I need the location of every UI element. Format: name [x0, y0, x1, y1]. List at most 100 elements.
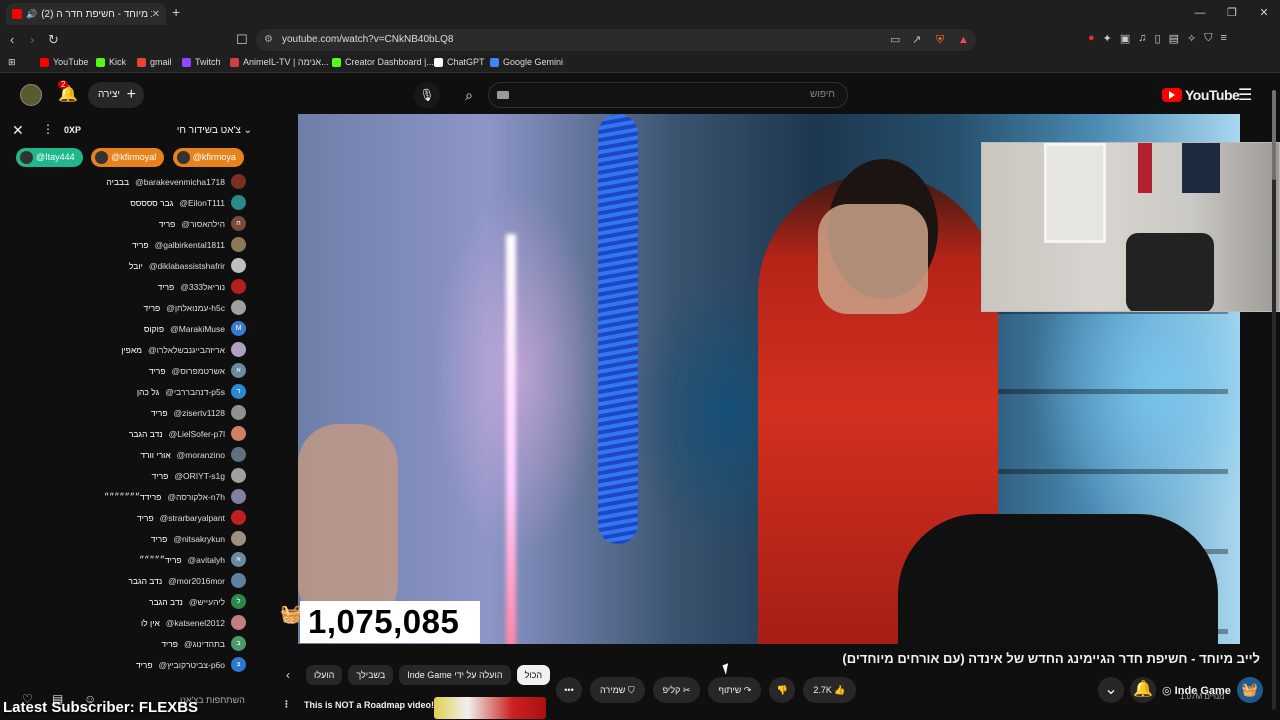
- chevron-left-icon[interactable]: ‹: [286, 668, 300, 682]
- like-button[interactable]: 2.7K 👍: [803, 677, 856, 703]
- save-button[interactable]: שמירה ⛉: [590, 677, 645, 703]
- related-video-thumbnail[interactable]: [434, 697, 546, 719]
- chat-avatar[interactable]: [231, 258, 246, 273]
- chat-author[interactable]: @אלקורסה-n7h: [167, 492, 225, 502]
- chat-avatar[interactable]: [231, 489, 246, 504]
- wallet-icon[interactable]: ▤: [1169, 32, 1179, 45]
- chat-author[interactable]: @דנהבררבי-p5s: [165, 387, 225, 397]
- chat-avatar[interactable]: ד: [231, 384, 246, 399]
- filter-chip[interactable]: בשבילך: [348, 665, 394, 685]
- chat-author[interactable]: @mor2016mor: [168, 576, 225, 586]
- screenshot-icon[interactable]: ▣: [1120, 32, 1130, 45]
- chat-author[interactable]: @diklabassistshafrir: [149, 261, 225, 271]
- new-tab-button[interactable]: +: [172, 4, 180, 20]
- menu-icon[interactable]: ≡: [1220, 32, 1226, 45]
- channel-avatar[interactable]: 🧺: [1236, 677, 1263, 703]
- chat-avatar[interactable]: [231, 468, 246, 483]
- vpn-icon[interactable]: ⛉: [1204, 32, 1212, 45]
- filter-chip-all[interactable]: הכול: [516, 665, 551, 685]
- chat-author[interactable]: @ליהעייש: [189, 597, 225, 607]
- more-options-icon[interactable]: ⋮: [282, 699, 291, 710]
- chat-author[interactable]: @EilonT111: [179, 198, 225, 208]
- leo-icon[interactable]: ✧: [1187, 32, 1196, 45]
- bookmark-youtube[interactable]: YouTube: [40, 57, 88, 67]
- bookmark-gemini[interactable]: Google Gemini: [490, 57, 563, 67]
- guide-menu-icon[interactable]: ☰: [1238, 85, 1252, 105]
- chat-author[interactable]: @MarakiMuse: [170, 324, 225, 334]
- chat-author[interactable]: @galbirkental1811: [155, 240, 225, 250]
- chat-avatar[interactable]: M: [231, 321, 246, 336]
- share-button[interactable]: שיתוף ↷: [708, 677, 762, 703]
- bookmark-gmail[interactable]: gmail: [137, 57, 172, 67]
- notification-bell-button[interactable]: 🔔: [1130, 677, 1156, 703]
- close-chat-icon[interactable]: ✕: [12, 122, 24, 139]
- back-button[interactable]: ‹: [10, 32, 14, 47]
- music-icon[interactable]: ♫: [1138, 32, 1146, 45]
- chat-avatar[interactable]: ב: [231, 636, 246, 651]
- chat-avatar[interactable]: ל: [231, 594, 246, 609]
- account-avatar[interactable]: [20, 84, 42, 106]
- chat-avatar[interactable]: [231, 531, 246, 546]
- chat-author[interactable]: @צביטרקוביץ-p6o: [159, 660, 225, 670]
- chat-author[interactable]: @zisertv1128: [174, 408, 225, 418]
- chat-avatar[interactable]: [231, 447, 246, 462]
- chat-avatar[interactable]: [231, 237, 246, 252]
- chat-title-dropdown[interactable]: צ'אט בשידור חי ⌄: [177, 125, 252, 136]
- bookmark-creator-dashboard[interactable]: Creator Dashboard |...: [332, 57, 434, 67]
- browser-tab[interactable]: 🔊 (2) לייב מיוחד - חשיפת חדר ה ✕: [6, 3, 166, 25]
- sidebar-icon[interactable]: ▯: [1155, 32, 1161, 45]
- bookmark-kick[interactable]: Kick: [96, 57, 126, 67]
- chat-avatar[interactable]: [231, 510, 246, 525]
- keyboard-icon[interactable]: [497, 91, 509, 99]
- chat-avatar[interactable]: [231, 573, 246, 588]
- chat-author[interactable]: @moranzino: [177, 450, 225, 460]
- filter-chip[interactable]: הועלו: [306, 665, 343, 685]
- cast-icon[interactable]: ▭: [890, 29, 900, 51]
- chat-author[interactable]: @LielSofer-p7l: [169, 429, 225, 439]
- reload-button[interactable]: ↻: [48, 32, 59, 48]
- search-input[interactable]: חיפוש: [488, 82, 848, 108]
- subscribe-dropdown-button[interactable]: ⌄: [1098, 677, 1124, 703]
- clip-button[interactable]: קליפ ✂: [652, 677, 701, 703]
- page-scrollbar[interactable]: [1272, 90, 1276, 710]
- close-tab-icon[interactable]: ✕: [152, 9, 160, 20]
- site-settings-icon[interactable]: ⚙: [264, 29, 273, 51]
- chat-author[interactable]: @בתהדינוג: [184, 639, 225, 649]
- pinned-member-pill[interactable]: @kfirmoya: [172, 148, 244, 167]
- chat-avatar[interactable]: [231, 405, 246, 420]
- create-button[interactable]: יצירה +: [88, 82, 144, 108]
- search-button[interactable]: ⌕: [456, 82, 482, 108]
- brave-rewards-icon[interactable]: ▲: [958, 29, 969, 51]
- more-actions-button[interactable]: •••: [556, 677, 582, 703]
- speaker-icon[interactable]: 🔊: [26, 9, 37, 20]
- close-window-button[interactable]: ✕: [1248, 0, 1280, 27]
- apps-grid-icon[interactable]: ⊞: [8, 57, 16, 68]
- brave-shield-icon[interactable]: ⛨: [936, 29, 944, 51]
- share-page-icon[interactable]: ↗: [912, 29, 921, 51]
- extension-icon[interactable]: ●: [1088, 32, 1095, 45]
- chat-author[interactable]: @הילהאסור: [181, 219, 225, 229]
- youtube-logo[interactable]: YouTube: [1162, 87, 1240, 103]
- chat-author[interactable]: @ORIYT-s1g: [174, 471, 225, 481]
- chat-author[interactable]: @נוריאל333: [180, 282, 225, 292]
- chat-author[interactable]: @katsenel2012: [166, 618, 225, 628]
- puzzle-icon[interactable]: ✦: [1103, 32, 1112, 45]
- bookmark-animeil[interactable]: AnimeIL-TV | אנימה...: [230, 57, 329, 67]
- voice-search-button[interactable]: 🎙: [414, 82, 440, 108]
- chat-author[interactable]: @אריזהבייגנבשלאלרו: [148, 345, 225, 355]
- pinned-member-pill[interactable]: @Itay444: [16, 148, 83, 167]
- url-bar[interactable]: ⚙ youtube.com/watch?v=CNkNB40bLQ8 ▭ ↗ ⛨ …: [256, 29, 976, 51]
- chat-avatar[interactable]: ה: [231, 216, 246, 231]
- minimize-button[interactable]: —: [1184, 0, 1216, 27]
- chat-author[interactable]: @barakevenmicha1718: [135, 177, 225, 187]
- chat-avatar[interactable]: [231, 426, 246, 441]
- chat-author[interactable]: @avitalyh: [188, 555, 225, 565]
- chat-author[interactable]: @אשרטמפרוס: [172, 366, 225, 376]
- chat-author[interactable]: @עמנואלחן-h5c: [166, 303, 225, 313]
- forward-button[interactable]: ›: [30, 32, 34, 47]
- chat-author[interactable]: @nitsakrykun: [173, 534, 225, 544]
- bookmark-twitch[interactable]: Twitch: [182, 57, 221, 67]
- chat-avatar[interactable]: [231, 279, 246, 294]
- chat-avatar[interactable]: [231, 300, 246, 315]
- chat-avatar[interactable]: א: [231, 552, 246, 567]
